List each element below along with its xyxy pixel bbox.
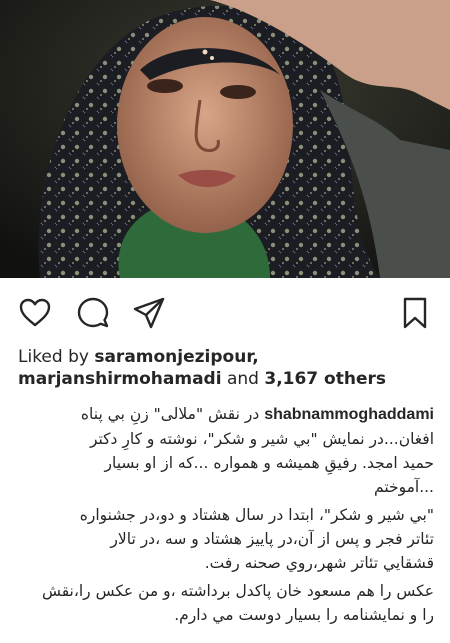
liked-others-link[interactable]: 3,167 others [264,369,386,389]
caption-line: حميد امجد. رفيقِ هميشه و همواره ...كه از… [104,454,434,472]
save-button[interactable] [398,296,432,330]
caption-line: ...آموختم [374,478,434,496]
liked-user-link[interactable]: saramonjezipour, [94,347,258,367]
heart-icon [19,298,51,327]
likes-summary: Liked by saramonjezipour, marjanshirmoha… [18,346,438,390]
liked-by-prefix: Liked by [18,347,95,367]
caption-line: "بي شير و شكر"، ابتدا در سال هشتاد و دو،… [79,506,434,524]
bookmark-icon [403,297,427,329]
post-actions-bar [0,290,450,336]
post-photo[interactable] [0,0,450,278]
portrait-image [0,0,450,278]
caption-line: افغان...در نمايش "بي شير و شكر"، نوشته و… [89,430,434,448]
liked-and-text: and [221,369,265,389]
caption-line: را و نمايشنامه را بسيار دوست مي دارم. [174,606,434,624]
comment-icon [77,297,109,328]
paper-plane-icon [133,297,165,329]
liked-user-link[interactable]: marjanshirmohamadi [18,369,222,389]
comment-button[interactable] [76,296,110,330]
share-button[interactable] [132,296,166,330]
caption-line: تئاتر فجر و پس از آن،در پاييز هشتاد و سه… [110,530,434,548]
post-caption: shabnammoghaddami در نقش "ملالی" زنِ بي … [14,402,434,627]
caption-line: قشقايي تئاتر شهر،روي صحنه رفت. [204,554,434,572]
caption-line: shabnammoghaddami در نقش "ملالی" زنِ بي … [14,402,434,427]
caption-line: عكس را هم مسعود خان پاكدل برداشته ،و من … [41,582,434,600]
caption-text: در نقش "ملالی" زنِ بي پناه [80,405,260,423]
author-username[interactable]: shabnammoghaddami [264,406,434,423]
like-button[interactable] [18,296,52,330]
